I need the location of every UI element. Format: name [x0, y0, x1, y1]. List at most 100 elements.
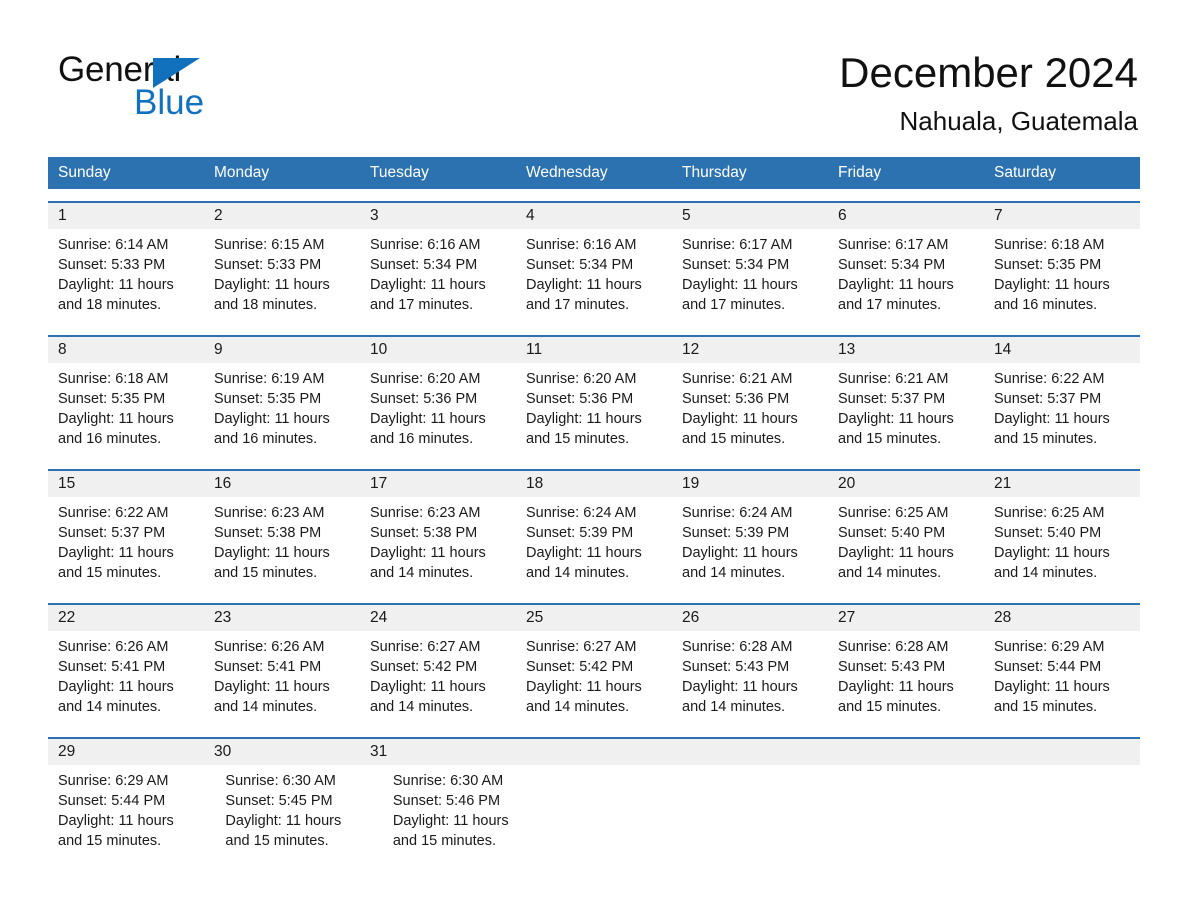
- day-cell[interactable]: Sunrise: 6:18 AM Sunset: 5:35 PM Dayligh…: [48, 363, 204, 457]
- sunrise-text: Sunrise: 6:22 AM: [58, 505, 169, 521]
- day-number[interactable]: 27: [828, 605, 984, 631]
- daylight-text-line2: and 16 minutes.: [994, 297, 1098, 313]
- daylight-text-line1: Daylight: 11 hours: [58, 411, 174, 427]
- day-cell[interactable]: Sunrise: 6:24 AM Sunset: 5:39 PM Dayligh…: [516, 497, 672, 591]
- day-cell[interactable]: Sunrise: 6:25 AM Sunset: 5:40 PM Dayligh…: [984, 497, 1140, 591]
- day-number[interactable]: 30: [204, 739, 360, 765]
- sunset-text: Sunset: 5:44 PM: [58, 793, 166, 809]
- day-number[interactable]: 7: [984, 203, 1140, 229]
- day-number[interactable]: 5: [672, 203, 828, 229]
- day-number[interactable]: 11: [516, 337, 672, 363]
- week-row: 22 23 24 25 26 27 28 Sunrise: 6:26 AM Su…: [48, 603, 1140, 725]
- day-cell[interactable]: Sunrise: 6:24 AM Sunset: 5:39 PM Dayligh…: [672, 497, 828, 591]
- week-daynumber-band: 22 23 24 25 26 27 28: [48, 605, 1140, 631]
- day-cell[interactable]: Sunrise: 6:27 AM Sunset: 5:42 PM Dayligh…: [516, 631, 672, 725]
- week-info-band: Sunrise: 6:29 AM Sunset: 5:44 PM Dayligh…: [48, 765, 1140, 859]
- day-number[interactable]: 10: [360, 337, 516, 363]
- day-cell[interactable]: Sunrise: 6:17 AM Sunset: 5:34 PM Dayligh…: [828, 229, 984, 323]
- day-cell[interactable]: Sunrise: 6:29 AM Sunset: 5:44 PM Dayligh…: [984, 631, 1140, 725]
- day-cell[interactable]: Sunrise: 6:22 AM Sunset: 5:37 PM Dayligh…: [48, 497, 204, 591]
- day-cell[interactable]: Sunrise: 6:21 AM Sunset: 5:36 PM Dayligh…: [672, 363, 828, 457]
- day-number[interactable]: 12: [672, 337, 828, 363]
- day-number[interactable]: 14: [984, 337, 1140, 363]
- day-number[interactable]: 20: [828, 471, 984, 497]
- day-number[interactable]: 24: [360, 605, 516, 631]
- day-number[interactable]: 28: [984, 605, 1140, 631]
- day-number[interactable]: 26: [672, 605, 828, 631]
- day-cell[interactable]: Sunrise: 6:28 AM Sunset: 5:43 PM Dayligh…: [828, 631, 984, 725]
- day-cell[interactable]: Sunrise: 6:15 AM Sunset: 5:33 PM Dayligh…: [204, 229, 360, 323]
- page-header: General Blue December 2024 Nahuala, Guat…: [0, 0, 1188, 136]
- sunset-text: Sunset: 5:41 PM: [214, 659, 322, 675]
- day-cell[interactable]: Sunrise: 6:27 AM Sunset: 5:42 PM Dayligh…: [360, 631, 516, 725]
- daylight-text-line1: Daylight: 11 hours: [994, 411, 1110, 427]
- generalblue-logo[interactable]: General Blue: [58, 52, 268, 124]
- day-cell[interactable]: Sunrise: 6:28 AM Sunset: 5:43 PM Dayligh…: [672, 631, 828, 725]
- day-cell[interactable]: Sunrise: 6:23 AM Sunset: 5:38 PM Dayligh…: [360, 497, 516, 591]
- daylight-text-line1: Daylight: 11 hours: [370, 411, 486, 427]
- weekday-header-saturday: Saturday: [994, 164, 1057, 181]
- day-cell[interactable]: Sunrise: 6:21 AM Sunset: 5:37 PM Dayligh…: [828, 363, 984, 457]
- day-number[interactable]: 31: [360, 739, 516, 765]
- daylight-text-line2: and 14 minutes.: [838, 565, 942, 581]
- day-cell[interactable]: Sunrise: 6:23 AM Sunset: 5:38 PM Dayligh…: [204, 497, 360, 591]
- daylight-text-line1: Daylight: 11 hours: [526, 545, 642, 561]
- day-cell[interactable]: Sunrise: 6:16 AM Sunset: 5:34 PM Dayligh…: [516, 229, 672, 323]
- day-cell[interactable]: Sunrise: 6:29 AM Sunset: 5:44 PM Dayligh…: [48, 765, 215, 859]
- sunrise-text: Sunrise: 6:23 AM: [214, 505, 325, 521]
- weekday-header-tuesday: Tuesday: [370, 164, 429, 181]
- week-row: 29 30 31 Sunrise: 6:29 AM Sunset: 5:44 P…: [48, 737, 1140, 859]
- daylight-text-line1: Daylight: 11 hours: [370, 545, 486, 561]
- day-number[interactable]: 2: [204, 203, 360, 229]
- day-cell[interactable]: Sunrise: 6:14 AM Sunset: 5:33 PM Dayligh…: [48, 229, 204, 323]
- page-title: December 2024: [839, 49, 1138, 96]
- day-number[interactable]: 19: [672, 471, 828, 497]
- sunset-text: Sunset: 5:33 PM: [214, 257, 322, 273]
- sunrise-text: Sunrise: 6:26 AM: [214, 639, 325, 655]
- sunset-text: Sunset: 5:39 PM: [526, 525, 634, 541]
- day-number[interactable]: 6: [828, 203, 984, 229]
- day-number[interactable]: 13: [828, 337, 984, 363]
- week-daynumber-band: 29 30 31: [48, 739, 1140, 765]
- day-cell[interactable]: Sunrise: 6:20 AM Sunset: 5:36 PM Dayligh…: [516, 363, 672, 457]
- day-number[interactable]: 15: [48, 471, 204, 497]
- sunset-text: Sunset: 5:36 PM: [682, 391, 790, 407]
- day-cell[interactable]: Sunrise: 6:26 AM Sunset: 5:41 PM Dayligh…: [48, 631, 204, 725]
- day-cell[interactable]: Sunrise: 6:16 AM Sunset: 5:34 PM Dayligh…: [360, 229, 516, 323]
- day-number[interactable]: 3: [360, 203, 516, 229]
- day-cell[interactable]: Sunrise: 6:19 AM Sunset: 5:35 PM Dayligh…: [204, 363, 360, 457]
- day-number[interactable]: 17: [360, 471, 516, 497]
- day-number[interactable]: 21: [984, 471, 1140, 497]
- day-number[interactable]: 22: [48, 605, 204, 631]
- day-cell[interactable]: Sunrise: 6:17 AM Sunset: 5:34 PM Dayligh…: [672, 229, 828, 323]
- day-number[interactable]: 16: [204, 471, 360, 497]
- sunrise-text: Sunrise: 6:26 AM: [58, 639, 169, 655]
- sunrise-text: Sunrise: 6:16 AM: [526, 237, 637, 253]
- day-number[interactable]: 9: [204, 337, 360, 363]
- daylight-text-line2: and 14 minutes.: [370, 699, 474, 715]
- daylight-text-line1: Daylight: 11 hours: [370, 277, 486, 293]
- day-number[interactable]: 8: [48, 337, 204, 363]
- day-number[interactable]: 23: [204, 605, 360, 631]
- day-number[interactable]: 29: [48, 739, 204, 765]
- day-cell[interactable]: Sunrise: 6:22 AM Sunset: 5:37 PM Dayligh…: [984, 363, 1140, 457]
- daylight-text-line2: and 15 minutes.: [58, 833, 162, 849]
- day-number[interactable]: 18: [516, 471, 672, 497]
- day-cell[interactable]: Sunrise: 6:20 AM Sunset: 5:36 PM Dayligh…: [360, 363, 516, 457]
- day-number[interactable]: 4: [516, 203, 672, 229]
- sunset-text: Sunset: 5:40 PM: [838, 525, 946, 541]
- sunrise-text: Sunrise: 6:29 AM: [58, 773, 169, 789]
- day-cell[interactable]: Sunrise: 6:30 AM Sunset: 5:45 PM Dayligh…: [215, 765, 382, 859]
- day-number[interactable]: 25: [516, 605, 672, 631]
- daylight-text-line1: Daylight: 11 hours: [994, 277, 1110, 293]
- day-cell[interactable]: Sunrise: 6:25 AM Sunset: 5:40 PM Dayligh…: [828, 497, 984, 591]
- sunset-text: Sunset: 5:34 PM: [838, 257, 946, 273]
- day-cell[interactable]: Sunrise: 6:30 AM Sunset: 5:46 PM Dayligh…: [383, 765, 550, 859]
- sunset-text: Sunset: 5:35 PM: [214, 391, 322, 407]
- day-cell[interactable]: Sunrise: 6:18 AM Sunset: 5:35 PM Dayligh…: [984, 229, 1140, 323]
- sunset-text: Sunset: 5:38 PM: [370, 525, 478, 541]
- day-cell[interactable]: Sunrise: 6:26 AM Sunset: 5:41 PM Dayligh…: [204, 631, 360, 725]
- day-number[interactable]: 1: [48, 203, 204, 229]
- day-number-empty: [984, 739, 1140, 765]
- weekday-header-thursday: Thursday: [682, 164, 747, 181]
